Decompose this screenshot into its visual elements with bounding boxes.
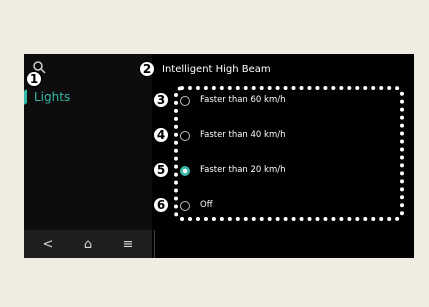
option-label: Faster than 40 km/h bbox=[200, 130, 286, 140]
radio-button[interactable] bbox=[180, 96, 190, 106]
radio-button[interactable] bbox=[180, 131, 190, 141]
option-label: Faster than 20 km/h bbox=[200, 165, 286, 175]
callout-4: 4 bbox=[153, 127, 169, 143]
callout-2: 2 bbox=[139, 61, 155, 77]
back-icon: < bbox=[42, 236, 54, 252]
sidebar-item-lights[interactable]: Lights bbox=[24, 88, 144, 108]
selected-indicator bbox=[24, 89, 27, 105]
option-label: Faster than 60 km/h bbox=[200, 95, 286, 105]
callout-6: 6 bbox=[153, 197, 169, 213]
home-button[interactable]: ⌂ bbox=[68, 230, 108, 258]
settings-sidebar: Lights < ⌂ ≡ bbox=[24, 54, 152, 258]
divider bbox=[154, 230, 155, 258]
back-button[interactable]: < bbox=[28, 230, 68, 258]
page-title: Intelligent High Beam bbox=[162, 64, 271, 75]
home-icon: ⌂ bbox=[83, 236, 93, 252]
menu-button[interactable]: ≡ bbox=[108, 230, 148, 258]
callout-5: 5 bbox=[153, 162, 169, 178]
infotainment-screen: Lights < ⌂ ≡ Intelligent High Beam Faste… bbox=[24, 54, 414, 258]
callout-3: 3 bbox=[153, 92, 169, 108]
option-label: Off bbox=[200, 200, 213, 210]
radio-button[interactable] bbox=[180, 201, 190, 211]
menu-icon: ≡ bbox=[122, 236, 134, 252]
radio-button-selected[interactable] bbox=[180, 166, 190, 176]
callout-1: 1 bbox=[26, 71, 42, 87]
bottom-nav-bar: < ⌂ ≡ bbox=[24, 230, 152, 258]
sidebar-item-label: Lights bbox=[34, 90, 71, 104]
